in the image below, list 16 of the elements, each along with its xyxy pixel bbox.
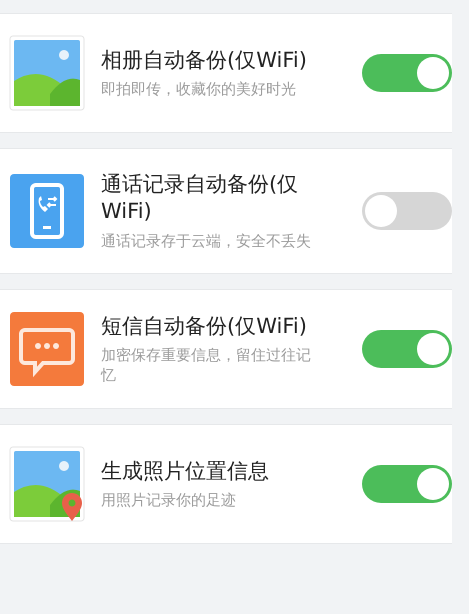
setting-title: 通话记录自动备份(仅WiFi) xyxy=(101,171,300,226)
chat-icon xyxy=(10,312,84,386)
phone-icon xyxy=(10,174,84,248)
toggle-switch[interactable] xyxy=(362,465,452,504)
setting-description: 通话记录存于云端，安全不丢失 xyxy=(101,232,312,252)
setting-description: 用照片记录你的足迹 xyxy=(101,490,237,510)
toggle-switch[interactable] xyxy=(362,330,452,368)
picture-pin-icon xyxy=(10,447,84,522)
setting-title: 相册自动备份(仅WiFi) xyxy=(101,46,308,74)
picture-icon xyxy=(10,36,84,110)
setting-title: 短信自动备份(仅WiFi) xyxy=(101,312,308,340)
setting-description: 加密保存重要信息，留住过往记忆 xyxy=(101,346,312,386)
toggle-switch[interactable] xyxy=(362,54,452,92)
setting-description: 即拍即传，收藏你的美好时光 xyxy=(101,80,297,100)
toggle-switch[interactable] xyxy=(362,192,452,230)
setting-title: 生成照片位置信息 xyxy=(101,458,270,485)
